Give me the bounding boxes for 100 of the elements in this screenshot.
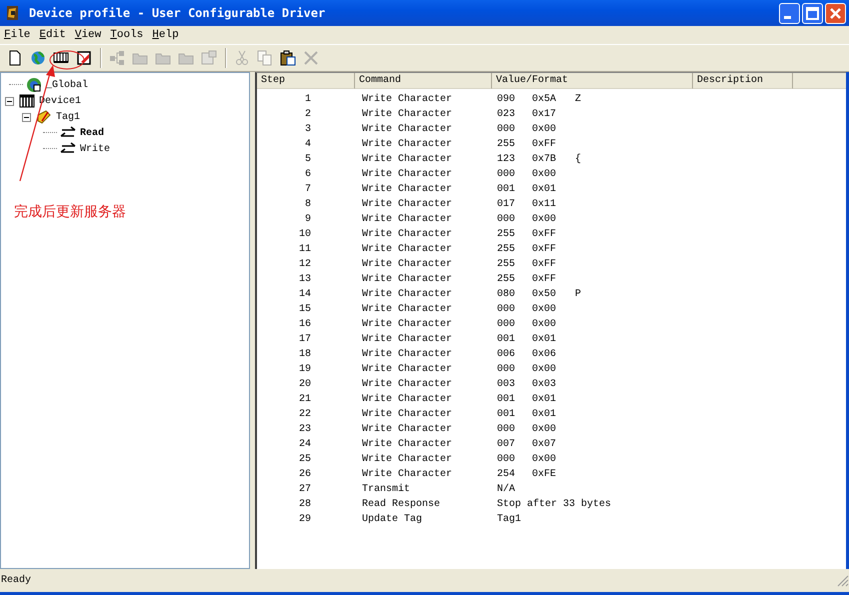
step-cell-text: 24 — [298, 439, 312, 450]
hex-text: 0x01 — [532, 409, 558, 420]
value-text: Stop after 33 bytes — [497, 499, 612, 510]
value-text: 000 — [497, 214, 516, 225]
step-cell-text: 13 — [298, 274, 312, 285]
step-cell-text: 22 — [298, 409, 312, 420]
device-button[interactable] — [53, 50, 69, 66]
column-header[interactable]: Value/Format — [492, 73, 693, 89]
tree-item[interactable]: Read — [79, 128, 106, 138]
step-cell-text: 12 — [298, 259, 312, 270]
hex-text: 0x5A — [532, 94, 558, 105]
value-text: N/A — [497, 484, 516, 495]
tree-item[interactable]: Write — [79, 144, 112, 154]
command-cell-text: Write Character — [361, 409, 454, 420]
hex-text: 0xFF — [532, 229, 558, 240]
command-cell-text: Write Character — [361, 199, 454, 210]
value-text: 017 — [497, 199, 516, 210]
value-text: 255 — [497, 274, 516, 285]
menu-item[interactable]: Tools — [110, 29, 148, 41]
step-cell-text: 7 — [304, 184, 312, 195]
hex-text: 0x01 — [532, 334, 558, 345]
hex-text: 0x00 — [532, 214, 558, 225]
hex-text: 0xFF — [532, 139, 558, 150]
tree-item[interactable]: Tag1 — [55, 112, 82, 122]
value-text: 254 — [497, 469, 516, 480]
value-text: 000 — [497, 424, 516, 435]
column-header[interactable]: Command — [355, 73, 492, 89]
app-icon — [5, 5, 21, 21]
resize-grip-icon[interactable] — [837, 574, 849, 586]
value-text: 255 — [497, 139, 516, 150]
column-header[interactable]: Step — [257, 73, 355, 89]
document-button[interactable] — [7, 50, 23, 66]
value-text: 001 — [497, 409, 516, 420]
checkbox-button[interactable] — [76, 50, 92, 66]
value-text: 001 — [497, 334, 516, 345]
value-text: 000 — [497, 364, 516, 375]
hex-text: 0xFE — [532, 469, 558, 480]
menu-item[interactable]: Edit — [39, 29, 71, 41]
command-cell-text: Write Character — [361, 439, 454, 450]
globe-button[interactable] — [30, 50, 46, 66]
command-cell-text: Write Character — [361, 349, 454, 360]
annotation-text: 完成后更新服务器 — [14, 203, 126, 221]
command-cell-text: Write Character — [361, 394, 454, 405]
value-text: 255 — [497, 259, 516, 270]
hex-text: 0x01 — [532, 394, 558, 405]
value-text: 090 — [497, 94, 516, 105]
value-text: 000 — [497, 454, 516, 465]
collapse-icon[interactable] — [22, 112, 31, 122]
hex-text: 0x03 — [532, 379, 558, 390]
clipboard-button[interactable] — [280, 50, 296, 66]
device-icon — [18, 93, 36, 109]
value-text: 000 — [497, 124, 516, 135]
hex-text: 0xFF — [532, 274, 558, 285]
command-cell-text: Write Character — [361, 109, 454, 120]
menu-item[interactable]: Help — [152, 29, 184, 41]
hex-text: 0xFF — [532, 259, 558, 270]
command-cell-text: Write Character — [361, 124, 454, 135]
value-text: 080 — [497, 289, 516, 300]
step-cell-text: 14 — [298, 289, 312, 300]
step-cell-text: 2 — [304, 109, 312, 120]
step-cell-text: 18 — [298, 349, 312, 360]
value-text: 001 — [497, 184, 516, 195]
command-cell-text: Write Character — [361, 319, 454, 330]
hex-text: 0x00 — [532, 304, 558, 315]
collapse-icon[interactable] — [5, 96, 14, 106]
step-cell-text: 25 — [298, 454, 312, 465]
character-text: P — [575, 289, 582, 300]
column-header[interactable]: Description — [693, 73, 793, 89]
maximize-button[interactable] — [802, 2, 823, 24]
globe-icon — [25, 77, 43, 93]
value-text: 006 — [497, 349, 516, 360]
command-cell-text: Write Character — [361, 289, 454, 300]
minimize-button[interactable] — [779, 2, 800, 24]
highlight-ellipse — [49, 50, 85, 70]
command-cell-text: Write Character — [361, 364, 454, 375]
step-cell-text: 28 — [298, 499, 312, 510]
step-cell-text: 8 — [304, 199, 312, 210]
close-button[interactable] — [825, 2, 846, 24]
command-cell-text: Write Character — [361, 214, 454, 225]
value-text: 000 — [497, 304, 516, 315]
hex-text: 0x07 — [532, 439, 558, 450]
character-text: Z — [575, 94, 582, 105]
hex-text: 0x00 — [532, 424, 558, 435]
step-cell-text: 9 — [304, 214, 312, 225]
step-cell-text: 6 — [304, 169, 312, 180]
minimize-icon — [784, 16, 791, 18]
value-text: Tag1 — [497, 514, 522, 525]
menu-item[interactable]: View — [74, 29, 106, 41]
value-text: 123 — [497, 154, 516, 165]
value-text: 255 — [497, 244, 516, 255]
value-text: 255 — [497, 229, 516, 240]
menu-item[interactable]: File — [4, 29, 36, 41]
step-cell-text: 1 — [304, 94, 312, 105]
value-text: 001 — [497, 394, 516, 405]
step-cell-text: 23 — [298, 424, 312, 435]
step-cell-text: 16 — [298, 319, 312, 330]
hex-text: 0x50 — [532, 289, 558, 300]
command-cell-text: Write Character — [361, 259, 454, 270]
step-cell-text: 26 — [298, 469, 312, 480]
step-cell-text: 20 — [298, 379, 312, 390]
